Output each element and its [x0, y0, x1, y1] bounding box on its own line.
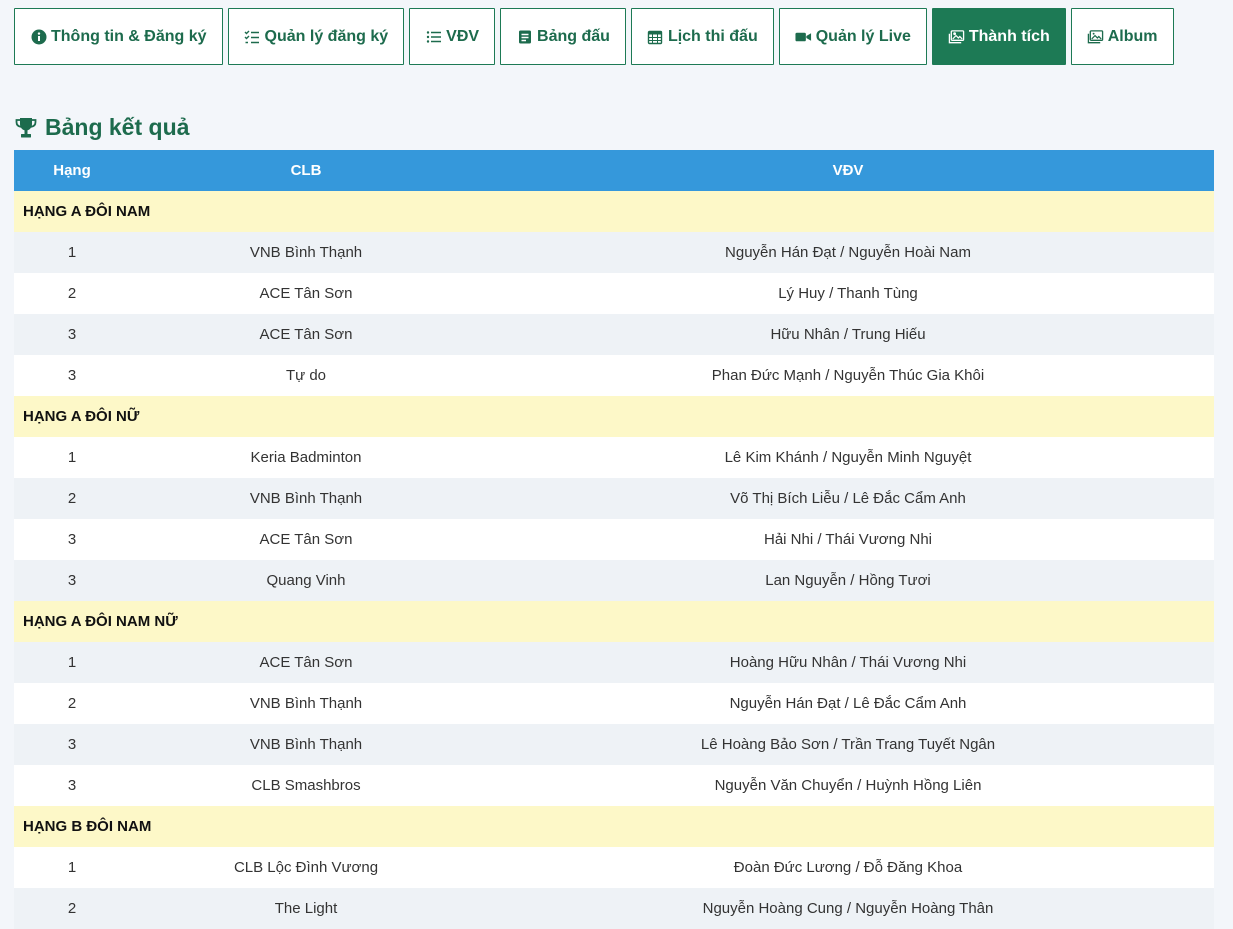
trophy-icon [15, 116, 37, 140]
rank-cell: 2 [14, 683, 130, 724]
table-row: 3 CLB Smashbros Nguyễn Văn Chuyển / Huỳn… [14, 765, 1214, 806]
group-name: HẠNG A ĐÔI NAM [14, 191, 1214, 232]
table-row: 3 ACE Tân Sơn Hải Nhi / Thái Vương Nhi [14, 519, 1214, 560]
rank-cell: 1 [14, 232, 130, 273]
group-row: HẠNG A ĐÔI NAM [14, 191, 1214, 232]
tab-label: Album [1107, 27, 1158, 45]
players-cell: Hữu Nhân / Trung Hiếu [482, 314, 1214, 355]
club-cell: Tự do [130, 355, 482, 396]
players-cell: Lê Hoàng Bảo Sơn / Trần Trang Tuyết Ngân [482, 724, 1214, 765]
results-title: Bảng kết quả [45, 114, 190, 140]
rank-cell: 1 [14, 642, 130, 683]
rank-cell: 2 [14, 273, 130, 314]
club-cell: Quang Vinh [130, 560, 482, 601]
bracket-icon [516, 28, 533, 45]
players-cell: Nguyễn Hán Đạt / Lê Đắc Cẩm Anh [482, 683, 1214, 724]
tab-athletes[interactable]: VĐV [409, 8, 496, 65]
club-cell: The Light [130, 888, 482, 929]
tab-achievements[interactable]: Thành tích [931, 8, 1066, 65]
table-row: 3 VNB Bình Thạnh Lê Hoàng Bảo Sơn / Trần… [14, 724, 1214, 765]
rank-cell: 2 [14, 888, 130, 929]
table-header-row: Hạng CLB VĐV [14, 150, 1214, 191]
video-camera-icon [795, 28, 812, 45]
rank-cell: 3 [14, 560, 130, 601]
tab-live-management[interactable]: Quản lý Live [778, 8, 927, 65]
club-cell: VNB Bình Thạnh [130, 478, 482, 519]
tab-label: Thông tin & Đăng ký [51, 27, 207, 45]
results-heading: Bảng kết quả [15, 114, 189, 141]
tab-label: Bảng đấu [537, 27, 610, 45]
table-row: 2 ACE Tân Sơn Lý Huy / Thanh Tùng [14, 273, 1214, 314]
group-name: HẠNG A ĐÔI NỮ [14, 396, 1214, 437]
tab-label: VĐV [446, 27, 480, 45]
players-cell: Nguyễn Văn Chuyển / Huỳnh Hồng Liên [482, 765, 1214, 806]
rank-cell: 1 [14, 847, 130, 888]
group-row: HẠNG B ĐÔI NAM [14, 806, 1214, 847]
tab-info-registration[interactable]: Thông tin & Đăng ký [14, 8, 223, 65]
rank-cell: 3 [14, 355, 130, 396]
group-row: HẠNG A ĐÔI NAM NỮ [14, 601, 1214, 642]
club-cell: ACE Tân Sơn [130, 314, 482, 355]
players-cell: Hoàng Hữu Nhân / Thái Vương Nhi [482, 642, 1214, 683]
club-cell: VNB Bình Thạnh [130, 683, 482, 724]
club-cell: VNB Bình Thạnh [130, 724, 482, 765]
players-cell: Lan Nguyễn / Hồng Tươi [482, 560, 1214, 601]
column-header-club: CLB [130, 150, 482, 191]
checklist-icon [244, 28, 261, 45]
tab-album[interactable]: Album [1070, 8, 1174, 65]
club-cell: ACE Tân Sơn [130, 519, 482, 560]
table-row: 1 Keria Badminton Lê Kim Khánh / Nguyễn … [14, 437, 1214, 478]
group-name: HẠNG B ĐÔI NAM [14, 806, 1214, 847]
group-row: HẠNG A ĐÔI NỮ [14, 396, 1214, 437]
table-row: 1 ACE Tân Sơn Hoàng Hữu Nhân / Thái Vươn… [14, 642, 1214, 683]
tab-bar: Thông tin & Đăng ký Quản lý đăng ký VĐV … [14, 8, 1174, 65]
club-cell: VNB Bình Thạnh [130, 232, 482, 273]
table-row: 3 Tự do Phan Đức Mạnh / Nguyễn Thúc Gia … [14, 355, 1214, 396]
players-cell: Đoàn Đức Lương / Đỗ Đăng Khoa [482, 847, 1214, 888]
tab-schedule[interactable]: Lịch thi đấu [630, 8, 774, 65]
results-table: Hạng CLB VĐV HẠNG A ĐÔI NAM 1 VNB Bình T… [14, 150, 1214, 929]
rank-cell: 1 [14, 437, 130, 478]
image-icon [1087, 28, 1104, 45]
club-cell: ACE Tân Sơn [130, 642, 482, 683]
table-row: 1 CLB Lộc Đình Vương Đoàn Đức Lương / Đỗ… [14, 847, 1214, 888]
rank-cell: 3 [14, 724, 130, 765]
club-cell: Keria Badminton [130, 437, 482, 478]
table-row: 2 VNB Bình Thạnh Nguyễn Hán Đạt / Lê Đắc… [14, 683, 1214, 724]
players-cell: Lý Huy / Thanh Tùng [482, 273, 1214, 314]
tab-registration-management[interactable]: Quản lý đăng ký [227, 8, 405, 65]
club-cell: ACE Tân Sơn [130, 273, 482, 314]
club-cell: CLB Lộc Đình Vương [130, 847, 482, 888]
images-icon [948, 28, 965, 45]
list-icon [425, 28, 442, 45]
players-cell: Nguyễn Hán Đạt / Nguyễn Hoài Nam [482, 232, 1214, 273]
table-row: 2 VNB Bình Thạnh Võ Thị Bích Liễu / Lê Đ… [14, 478, 1214, 519]
tab-label: Quản lý Live [815, 27, 911, 45]
column-header-players: VĐV [482, 150, 1214, 191]
table-row: 2 The Light Nguyễn Hoàng Cung / Nguyễn H… [14, 888, 1214, 929]
rank-cell: 2 [14, 478, 130, 519]
players-cell: Lê Kim Khánh / Nguyễn Minh Nguyệt [482, 437, 1214, 478]
calendar-icon [647, 28, 664, 45]
players-cell: Hải Nhi / Thái Vương Nhi [482, 519, 1214, 560]
table-row: 3 Quang Vinh Lan Nguyễn / Hồng Tươi [14, 560, 1214, 601]
rank-cell: 3 [14, 519, 130, 560]
players-cell: Phan Đức Mạnh / Nguyễn Thúc Gia Khôi [482, 355, 1214, 396]
table-row: 3 ACE Tân Sơn Hữu Nhân / Trung Hiếu [14, 314, 1214, 355]
players-cell: Võ Thị Bích Liễu / Lê Đắc Cẩm Anh [482, 478, 1214, 519]
rank-cell: 3 [14, 765, 130, 806]
tab-label: Quản lý đăng ký [264, 27, 389, 45]
club-cell: CLB Smashbros [130, 765, 482, 806]
tab-brackets[interactable]: Bảng đấu [500, 8, 626, 65]
table-row: 1 VNB Bình Thạnh Nguyễn Hán Đạt / Nguyễn… [14, 232, 1214, 273]
tab-label: Lịch thi đấu [667, 27, 758, 45]
info-circle-icon [30, 28, 47, 45]
tab-label: Thành tích [968, 27, 1050, 45]
group-name: HẠNG A ĐÔI NAM NỮ [14, 601, 1214, 642]
players-cell: Nguyễn Hoàng Cung / Nguyễn Hoàng Thân [482, 888, 1214, 929]
rank-cell: 3 [14, 314, 130, 355]
column-header-rank: Hạng [14, 150, 130, 191]
